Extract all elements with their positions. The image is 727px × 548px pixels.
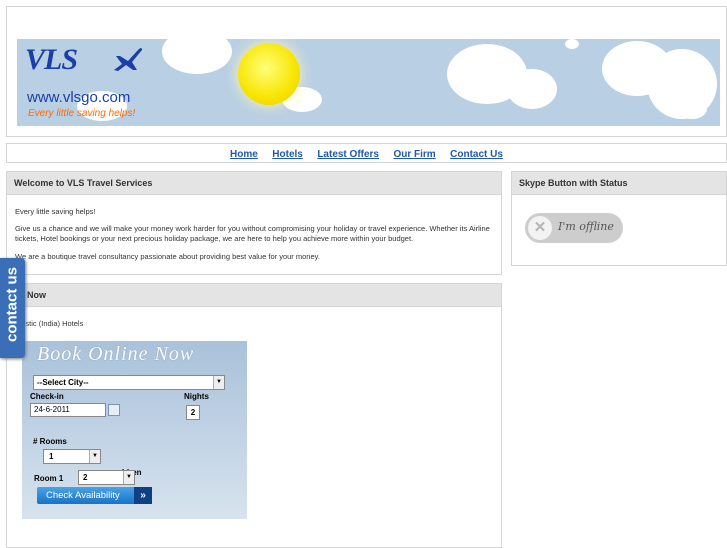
chevron-down-icon: ▼	[213, 376, 224, 389]
booking-widget: Book Online Now --Select City-- ▼ Check-…	[22, 341, 247, 519]
city-select-value: --Select City--	[37, 378, 89, 387]
nav-contact-us[interactable]: Contact Us	[450, 149, 503, 160]
checkin-label: Check-in	[30, 392, 64, 401]
contact-us-tab[interactable]: contact us	[0, 258, 25, 358]
check-availability-label: Check Availability	[46, 490, 120, 501]
welcome-line-1: Every little saving helps!	[15, 207, 96, 216]
header: VLS www.vlsgo.com Every little saving he…	[6, 6, 727, 137]
nav-bar: Home Hotels Latest Offers Our Firm Conta…	[6, 143, 727, 163]
widget-title: Book Online Now	[37, 343, 195, 365]
contact-us-tab-label: contact us	[3, 267, 21, 343]
welcome-line-2: Give us a chance and we will make your m…	[15, 224, 490, 243]
nights-field[interactable]: 2	[186, 405, 200, 420]
book-now-title: ok Now	[7, 284, 501, 307]
nav-home[interactable]: Home	[230, 149, 258, 160]
sun-graphic	[238, 43, 300, 105]
skype-status-button[interactable]: ✕ I'm offline	[525, 213, 623, 243]
check-availability-button[interactable]: Check Availability »	[37, 487, 152, 504]
airplane-icon	[114, 48, 142, 71]
room1-adults-select[interactable]: 2 ▼	[78, 470, 135, 485]
logo[interactable]: VLS	[25, 43, 78, 77]
tagline: Every little saving helps!	[28, 108, 136, 119]
rooms-select[interactable]: 1 ▼	[43, 449, 101, 464]
skype-title: Skype Button with Status	[512, 172, 726, 195]
banner: VLS www.vlsgo.com Every little saving he…	[17, 39, 720, 126]
skype-panel: Skype Button with Status ✕ I'm offline	[511, 171, 727, 266]
double-chevron-right-icon: »	[134, 487, 152, 504]
site-url: www.vlsgo.com	[27, 89, 131, 106]
welcome-panel: Welcome to VLS Travel Services Every lit…	[6, 171, 502, 275]
skype-status-label: I'm offline	[558, 220, 614, 233]
nav-latest-offers[interactable]: Latest Offers	[317, 149, 379, 160]
nav-hotels[interactable]: Hotels	[272, 149, 303, 160]
chevron-down-icon: ▼	[123, 471, 134, 484]
welcome-title: Welcome to VLS Travel Services	[7, 172, 501, 195]
book-subtitle: mestic (India) Hotels	[15, 319, 84, 328]
nav-our-firm[interactable]: Our Firm	[393, 149, 435, 160]
checkin-field[interactable]: 24-6-2011	[30, 403, 106, 417]
city-select[interactable]: --Select City-- ▼	[33, 375, 225, 390]
rooms-label: # Rooms	[33, 437, 67, 446]
rooms-select-value: 1	[49, 452, 54, 461]
nights-label: Nights	[184, 392, 209, 401]
chevron-down-icon: ▼	[89, 450, 100, 463]
welcome-line-3: We are a boutique travel consultancy pas…	[15, 252, 320, 261]
book-now-panel: ok Now mestic (India) Hotels Book Online…	[6, 283, 502, 548]
room1-label: Room 1	[34, 474, 64, 483]
calendar-icon[interactable]	[108, 404, 120, 416]
room1-select-value: 2	[83, 473, 88, 482]
offline-x-icon: ✕	[528, 216, 552, 240]
